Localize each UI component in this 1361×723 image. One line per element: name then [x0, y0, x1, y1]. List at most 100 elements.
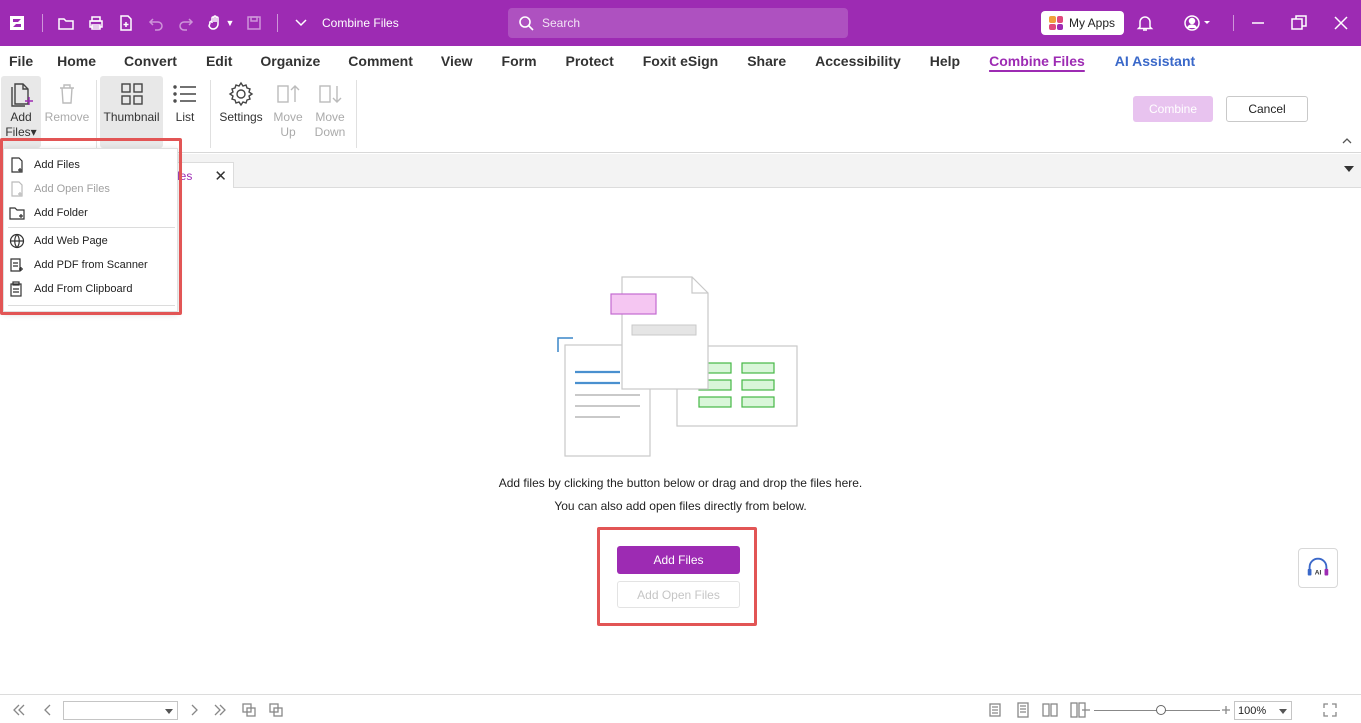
menu-add-web-page[interactable]: Add Web Page — [4, 229, 179, 253]
menu-add-from-clipboard-label: Add From Clipboard — [34, 283, 133, 295]
facing-view-icon[interactable] — [1042, 702, 1058, 718]
cancel-button[interactable]: Cancel — [1226, 96, 1308, 122]
minimize-icon[interactable] — [1248, 13, 1268, 33]
settings-button[interactable]: Settings — [217, 76, 265, 148]
restore-icon[interactable] — [1289, 13, 1309, 33]
zoom-dropdown-arrow[interactable] — [1279, 709, 1287, 714]
redo-icon[interactable] — [171, 0, 201, 46]
combine-button[interactable]: Combine — [1133, 96, 1213, 122]
ribbon: Add Files▾ Remove Thumbnail List Setting… — [0, 76, 1361, 153]
undo-icon[interactable] — [141, 0, 171, 46]
hand-tool-icon[interactable]: ▼ — [201, 0, 239, 46]
menu-protect[interactable]: Protect — [566, 53, 614, 69]
menu-add-folder[interactable]: Add Folder — [4, 201, 179, 225]
collapse-ribbon-icon[interactable] — [1342, 136, 1352, 146]
menu-organize[interactable]: Organize — [260, 53, 320, 69]
ribbon-separator — [356, 80, 357, 148]
add-files-icon — [11, 83, 33, 107]
bell-icon[interactable] — [1135, 13, 1155, 33]
move-down-label-2: Down — [314, 125, 346, 139]
thumbnail-label: Thumbnail — [103, 110, 160, 124]
move-down-icon — [319, 85, 342, 103]
move-up-icon — [277, 85, 300, 103]
page-dropdown-arrow[interactable] — [165, 709, 173, 714]
add-files-main-button[interactable]: Add Files — [617, 546, 740, 574]
menu-home[interactable]: Home — [57, 53, 96, 69]
menu-form[interactable]: Form — [502, 53, 537, 69]
menu-add-files-label: Add Files — [34, 159, 80, 171]
ai-float-label: AI — [1315, 570, 1322, 577]
ai-assistant-float-button[interactable]: AI — [1298, 548, 1338, 588]
menu-separator — [8, 227, 175, 228]
page-number-input[interactable] — [63, 701, 178, 720]
tab-list-dropdown-icon[interactable] — [1344, 166, 1354, 172]
foxit-logo-icon[interactable] — [0, 0, 34, 46]
add-open-files-main-button[interactable]: Add Open Files — [617, 581, 740, 608]
empty-state-illustration — [557, 276, 798, 457]
remove-button[interactable]: Remove — [44, 76, 90, 148]
menu-combine-files[interactable]: Combine Files — [989, 53, 1085, 69]
document-tab-strip: les ✕ — [0, 154, 1361, 188]
title-separator — [42, 14, 43, 32]
add-files-icon — [11, 157, 23, 173]
move-up-button[interactable]: Move Up — [268, 76, 308, 148]
search-input[interactable]: Search — [508, 8, 848, 38]
thumbnail-view-button[interactable]: Thumbnail — [100, 76, 163, 148]
zoom-out-icon[interactable] — [1078, 702, 1090, 718]
list-icon — [173, 85, 196, 103]
menu-add-open-files[interactable]: Add Open Files — [4, 177, 179, 201]
zoom-in-icon[interactable] — [1218, 702, 1230, 718]
menu-help[interactable]: Help — [930, 53, 960, 69]
menu-edit[interactable]: Edit — [206, 53, 232, 69]
continuous-view-icon[interactable] — [1015, 702, 1031, 718]
menu-convert[interactable]: Convert — [124, 53, 177, 69]
previous-view-icon[interactable] — [241, 702, 257, 718]
menu-add-pdf-from-scanner-label: Add PDF from Scanner — [34, 259, 148, 271]
scanner-icon — [10, 258, 23, 272]
globe-icon — [9, 233, 25, 249]
full-screen-icon[interactable] — [1322, 702, 1338, 718]
previous-page-icon[interactable] — [40, 702, 56, 718]
single-page-view-icon[interactable] — [987, 702, 1003, 718]
zoom-level-select[interactable]: 100% — [1234, 701, 1292, 720]
menu-file[interactable]: File — [9, 53, 33, 69]
move-up-label-1: Move — [273, 110, 303, 124]
menu-ai-assistant[interactable]: AI Assistant — [1115, 53, 1195, 69]
title-separator — [277, 14, 278, 32]
open-folder-icon[interactable] — [51, 0, 81, 46]
account-icon[interactable] — [1182, 13, 1216, 33]
add-files-button[interactable]: Add Files▾ — [1, 76, 41, 148]
zoom-slider-thumb[interactable] — [1156, 705, 1166, 715]
add-files-label-2: Files▾ — [5, 125, 37, 139]
search-icon — [519, 16, 534, 31]
ribbon-separator — [210, 80, 211, 148]
print-icon[interactable] — [81, 0, 111, 46]
save-icon[interactable] — [239, 0, 269, 46]
menu-add-files[interactable]: Add Files — [4, 153, 179, 177]
customize-chevron-icon[interactable] — [286, 0, 316, 46]
apps-grid-icon — [1049, 16, 1063, 30]
clipboard-icon — [10, 281, 22, 297]
menu-add-pdf-from-scanner[interactable]: Add PDF from Scanner — [4, 253, 179, 277]
first-page-icon[interactable] — [11, 702, 27, 718]
list-view-button[interactable]: List — [167, 76, 203, 148]
thumbnail-grid-icon — [120, 83, 143, 105]
menu-view[interactable]: View — [441, 53, 473, 69]
menu-accessibility[interactable]: Accessibility — [815, 53, 901, 69]
next-page-icon[interactable] — [186, 702, 202, 718]
my-apps-button[interactable]: My Apps — [1041, 11, 1124, 35]
last-page-icon[interactable] — [212, 702, 228, 718]
menu-add-from-clipboard[interactable]: Add From Clipboard — [4, 277, 179, 301]
tab-close-icon[interactable]: ✕ — [214, 167, 227, 185]
menu-add-open-files-label: Add Open Files — [34, 183, 110, 195]
next-view-icon[interactable] — [268, 702, 284, 718]
move-down-button[interactable]: Move Down — [310, 76, 350, 148]
empty-state-line-2: You can also add open files directly fro… — [554, 499, 807, 513]
close-icon[interactable] — [1331, 13, 1351, 33]
menu-comment[interactable]: Comment — [348, 53, 413, 69]
menu-foxit-esign[interactable]: Foxit eSign — [643, 53, 718, 69]
menu-share[interactable]: Share — [747, 53, 786, 69]
title-bar: ▼ Combine Files Search My Apps — [0, 0, 1361, 46]
move-down-label-1: Move — [315, 110, 345, 124]
new-file-icon[interactable] — [111, 0, 141, 46]
